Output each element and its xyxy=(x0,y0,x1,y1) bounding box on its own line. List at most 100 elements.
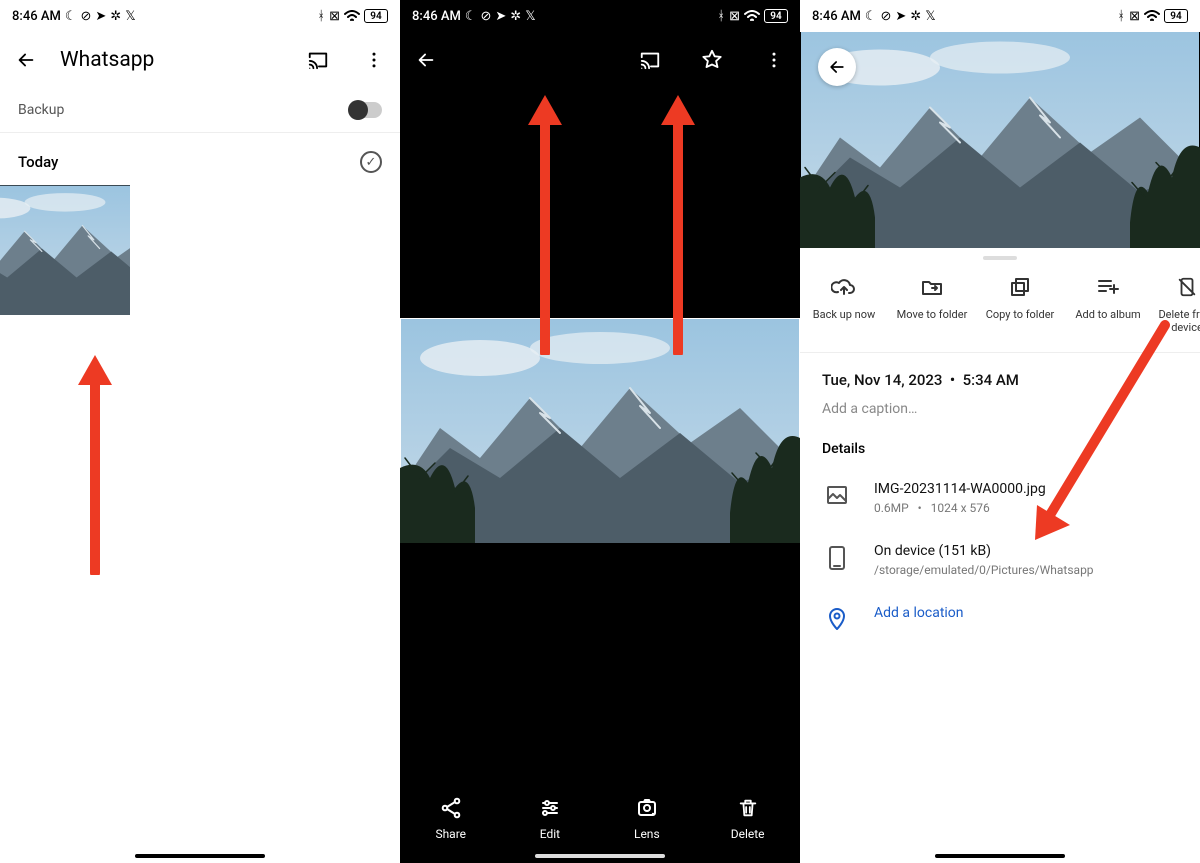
more-icon[interactable] xyxy=(760,46,788,74)
app-bar: Whatsapp xyxy=(0,32,400,88)
cloud-upload-icon xyxy=(831,274,857,300)
edit-label: Edit xyxy=(540,827,560,841)
photo-hero[interactable] xyxy=(800,32,1200,248)
back-button[interactable] xyxy=(818,48,856,86)
battery-indicator: 94 xyxy=(364,9,388,23)
edit-button[interactable]: Edit xyxy=(537,795,563,841)
screenshot-album-view: 8:46 AM ☾ ⊘ ➤ ✲ 𝕏 ᚼ ⊠ 94 Whatsapp Backup xyxy=(0,0,400,863)
nav-pill xyxy=(935,854,1065,858)
location-pin-icon xyxy=(822,605,852,631)
dnd-icon: ⊘ xyxy=(880,9,891,24)
folder-move-icon xyxy=(919,274,945,300)
no-data-icon: ⊠ xyxy=(1129,9,1140,24)
drag-handle[interactable] xyxy=(983,256,1017,260)
wifi-icon xyxy=(1144,10,1160,22)
dnd-icon: ⊘ xyxy=(480,9,491,24)
share-icon xyxy=(438,795,464,821)
photo-full[interactable] xyxy=(400,318,800,543)
lens-button[interactable]: Lens xyxy=(634,795,660,841)
lens-icon xyxy=(634,795,660,821)
status-bar: 8:46 AM ☾ ⊘ ➤ ✲ 𝕏 ᚼ ⊠ 94 xyxy=(400,0,800,32)
back-button[interactable] xyxy=(412,46,440,74)
status-time: 8:46 AM xyxy=(12,9,61,24)
back-button[interactable] xyxy=(12,46,40,74)
action-label: Back up now xyxy=(813,308,875,321)
fan-icon: ✲ xyxy=(110,9,121,24)
x-icon: 𝕏 xyxy=(125,9,135,24)
status-time: 8:46 AM xyxy=(412,9,461,24)
moon-icon: ☾ xyxy=(465,9,477,24)
caption-input[interactable]: Add a caption… xyxy=(822,401,1178,417)
status-time: 8:46 AM xyxy=(812,9,861,24)
action-row: Back up now Move to folder Copy to folde… xyxy=(800,270,1200,353)
nav-pill xyxy=(535,854,665,858)
backup-row: Backup xyxy=(0,88,400,133)
share-label: Share xyxy=(435,827,466,841)
battery-indicator: 94 xyxy=(764,9,788,23)
delete-button[interactable]: Delete xyxy=(731,795,765,841)
favorite-icon[interactable] xyxy=(698,46,726,74)
cast-icon[interactable] xyxy=(636,46,664,74)
cast-icon[interactable] xyxy=(304,46,332,74)
details-title: Details xyxy=(800,435,1200,471)
fan-icon: ✲ xyxy=(510,9,521,24)
x-icon: 𝕏 xyxy=(525,9,535,24)
today-label: Today xyxy=(18,153,58,171)
bluetooth-icon: ᚼ xyxy=(717,9,725,24)
delete-label: Delete xyxy=(731,827,765,841)
dnd-icon: ⊘ xyxy=(80,9,91,24)
screenshot-photo-viewer: 8:46 AM ☾ ⊘ ➤ ✲ 𝕏 ᚼ ⊠ 94 xyxy=(400,0,800,863)
nav-pill xyxy=(135,854,265,858)
photo-date: Tue, Nov 14, 2023 • 5:34 AM xyxy=(822,371,1178,389)
battery-indicator: 94 xyxy=(1164,9,1188,23)
image-icon xyxy=(822,481,852,507)
file-info-row: IMG-20231114-WA0000.jpg 0.6MP • 1024 x 5… xyxy=(800,471,1200,533)
playlist-add-icon xyxy=(1095,274,1121,300)
add-to-album-button[interactable]: Add to album xyxy=(1064,274,1152,334)
photo-thumbnail[interactable] xyxy=(0,185,130,315)
meta-block: Tue, Nov 14, 2023 • 5:34 AM Add a captio… xyxy=(800,353,1200,435)
copy-to-folder-button[interactable]: Copy to folder xyxy=(976,274,1064,334)
telegram-icon: ➤ xyxy=(895,9,906,24)
action-label: Copy to folder xyxy=(986,308,1055,321)
status-bar: 8:46 AM ☾ ⊘ ➤ ✲ 𝕏 ᚼ ⊠ 94 xyxy=(800,0,1200,32)
details-sheet: Back up now Move to folder Copy to folde… xyxy=(800,244,1200,649)
file-name: IMG-20231114-WA0000.jpg xyxy=(874,481,1046,497)
status-bar: 8:46 AM ☾ ⊘ ➤ ✲ 𝕏 ᚼ ⊠ 94 xyxy=(0,0,400,32)
phone-icon xyxy=(822,543,852,571)
file-resolution: 0.6MP • 1024 x 576 xyxy=(874,501,1046,515)
backup-now-button[interactable]: Back up now xyxy=(800,274,888,334)
telegram-icon: ➤ xyxy=(95,9,106,24)
storage-info-row: On device (151 kB) /storage/emulated/0/P… xyxy=(800,533,1200,595)
viewer-bottom-bar: Share Edit Lens Delete xyxy=(400,795,800,841)
add-location-label: Add a location xyxy=(874,605,964,621)
page-title: Whatsapp xyxy=(60,48,284,72)
trash-icon xyxy=(735,795,761,821)
no-data-icon: ⊠ xyxy=(329,9,340,24)
action-label: Delete from device xyxy=(1152,308,1200,334)
moon-icon: ☾ xyxy=(865,9,877,24)
x-icon: 𝕏 xyxy=(925,9,935,24)
select-all-icon[interactable] xyxy=(360,151,382,173)
section-today: Today xyxy=(0,133,400,185)
screenshot-photo-details: 8:46 AM ☾ ⊘ ➤ ✲ 𝕏 ᚼ ⊠ 94 Bac xyxy=(800,0,1200,863)
share-button[interactable]: Share xyxy=(435,795,466,841)
storage-path: /storage/emulated/0/Pictures/Whatsapp xyxy=(874,563,1094,577)
action-label: Move to folder xyxy=(897,308,968,321)
annotation-arrow xyxy=(70,355,120,575)
backup-toggle[interactable] xyxy=(350,102,382,118)
more-icon[interactable] xyxy=(360,46,388,74)
add-location-button[interactable]: Add a location xyxy=(800,595,1200,649)
bluetooth-icon: ᚼ xyxy=(1117,9,1125,24)
move-to-folder-button[interactable]: Move to folder xyxy=(888,274,976,334)
bluetooth-icon: ᚼ xyxy=(317,9,325,24)
storage-size: On device (151 kB) xyxy=(874,543,1094,559)
action-label: Add to album xyxy=(1075,308,1140,321)
delete-from-device-button[interactable]: Delete from device xyxy=(1152,274,1200,334)
backup-label: Backup xyxy=(18,102,64,118)
delete-device-icon xyxy=(1174,274,1200,300)
copy-icon xyxy=(1007,274,1033,300)
annotation-arrow xyxy=(653,95,703,355)
wifi-icon xyxy=(744,10,760,22)
moon-icon: ☾ xyxy=(65,9,77,24)
